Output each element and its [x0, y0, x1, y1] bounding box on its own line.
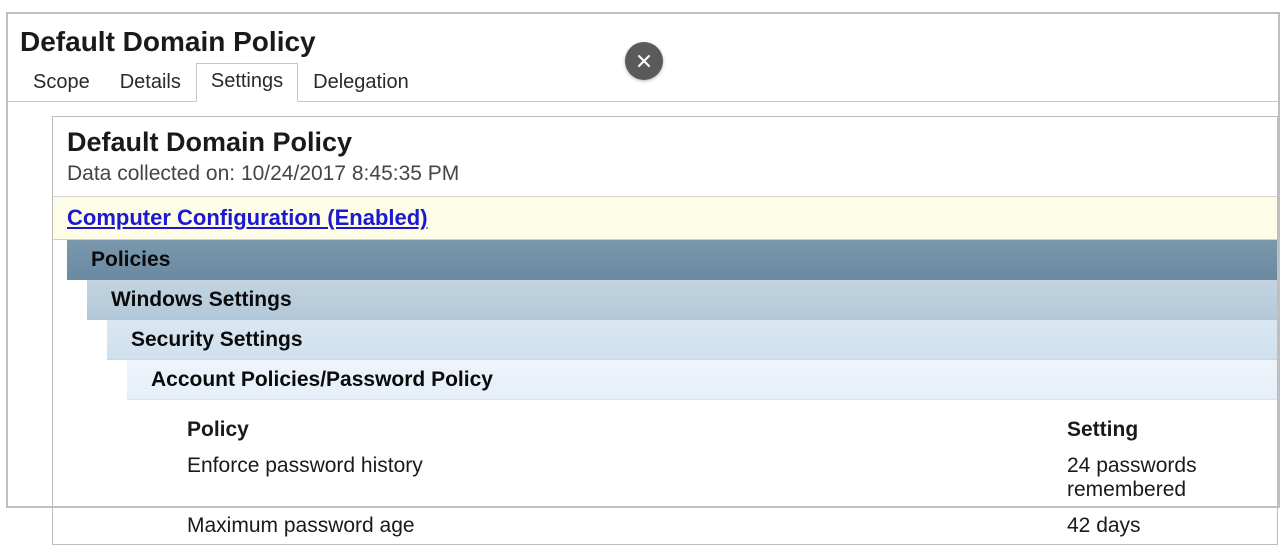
report-collected-at: 10/24/2017 8:45:35 PM: [241, 162, 459, 185]
tab-settings[interactable]: Settings: [196, 63, 298, 102]
cell-setting: 24 passwords remembered: [1067, 454, 1277, 502]
password-policy-table: Policy Setting Enforce password history …: [187, 400, 1277, 544]
column-header-policy: Policy: [187, 418, 1067, 442]
cell-policy: Enforce password history: [187, 454, 1067, 502]
report-header: Default Domain Policy Data collected on:…: [53, 117, 1277, 197]
table-row: Maximum password age 42 days: [187, 508, 1277, 544]
section-policies[interactable]: Policies: [67, 240, 1277, 280]
close-icon[interactable]: [625, 42, 663, 80]
section-account-password-policy-label: Account Policies/Password Policy: [151, 368, 493, 392]
policy-panel: Default Domain Policy Scope Details Sett…: [6, 12, 1280, 508]
section-account-password-policy[interactable]: Account Policies/Password Policy: [127, 360, 1277, 400]
report-collected-prefix: Data collected on:: [67, 162, 241, 185]
section-policies-label: Policies: [91, 248, 170, 272]
section-security-settings[interactable]: Security Settings: [107, 320, 1277, 360]
section-computer-config-label[interactable]: Computer Configuration (Enabled): [67, 205, 428, 230]
tab-details[interactable]: Details: [105, 64, 196, 102]
report-collected: Data collected on: 10/24/2017 8:45:35 PM: [67, 162, 1263, 186]
section-windows-settings[interactable]: Windows Settings: [87, 280, 1277, 320]
settings-report: Default Domain Policy Data collected on:…: [52, 116, 1278, 545]
tab-scope[interactable]: Scope: [18, 64, 105, 102]
report-title: Default Domain Policy: [67, 127, 1263, 158]
section-windows-settings-label: Windows Settings: [111, 288, 292, 312]
tab-delegation[interactable]: Delegation: [298, 64, 424, 102]
section-security-settings-label: Security Settings: [131, 328, 303, 352]
table-row: Enforce password history 24 passwords re…: [187, 448, 1277, 508]
column-header-setting: Setting: [1067, 418, 1277, 442]
cell-policy: Maximum password age: [187, 514, 1067, 538]
table-header-row: Policy Setting: [187, 412, 1277, 448]
section-computer-config[interactable]: Computer Configuration (Enabled): [53, 197, 1277, 240]
cell-setting: 42 days: [1067, 514, 1277, 538]
